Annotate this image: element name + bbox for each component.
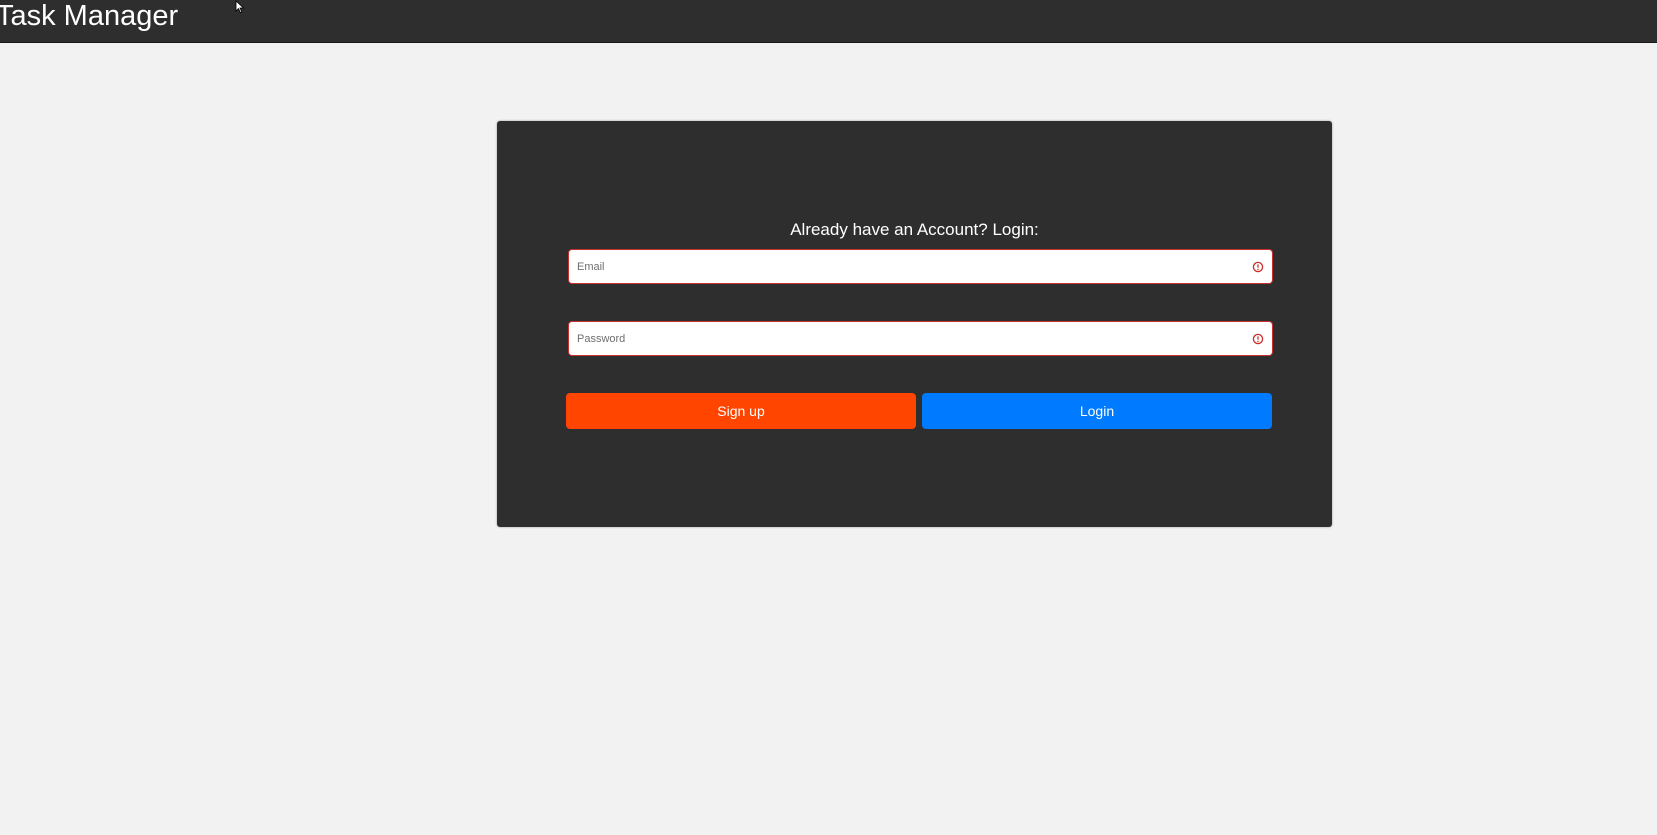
alert-circle-icon: [1252, 261, 1264, 273]
app-title: Task Manager: [0, 0, 179, 32]
login-button[interactable]: Login: [922, 393, 1272, 429]
signup-button[interactable]: Sign up: [566, 393, 916, 429]
login-heading: Already have an Account? Login:: [790, 220, 1039, 239]
email-input[interactable]: [577, 250, 1237, 283]
password-field[interactable]: [568, 321, 1273, 356]
email-field[interactable]: [568, 249, 1273, 284]
login-card: Already have an Account? Login: Sign up …: [497, 121, 1332, 527]
mouse-cursor-icon: [235, 0, 245, 14]
password-input[interactable]: [577, 322, 1237, 355]
alert-circle-icon: [1252, 333, 1264, 345]
top-navbar: Task Manager: [0, 0, 1657, 43]
